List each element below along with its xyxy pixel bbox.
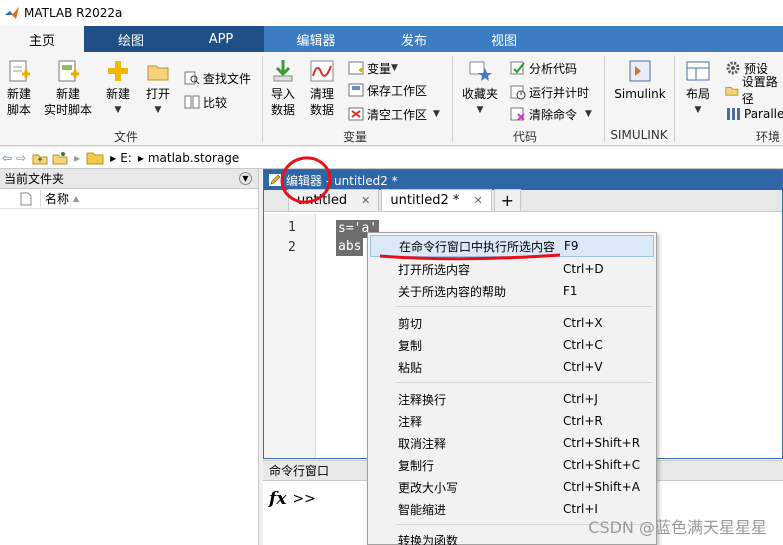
annotation-circle (280, 156, 332, 204)
annotation-underline (379, 253, 561, 261)
annotation-overlay (280, 156, 561, 261)
watermark: CSDN @蓝色满天星星星 (588, 518, 767, 537)
